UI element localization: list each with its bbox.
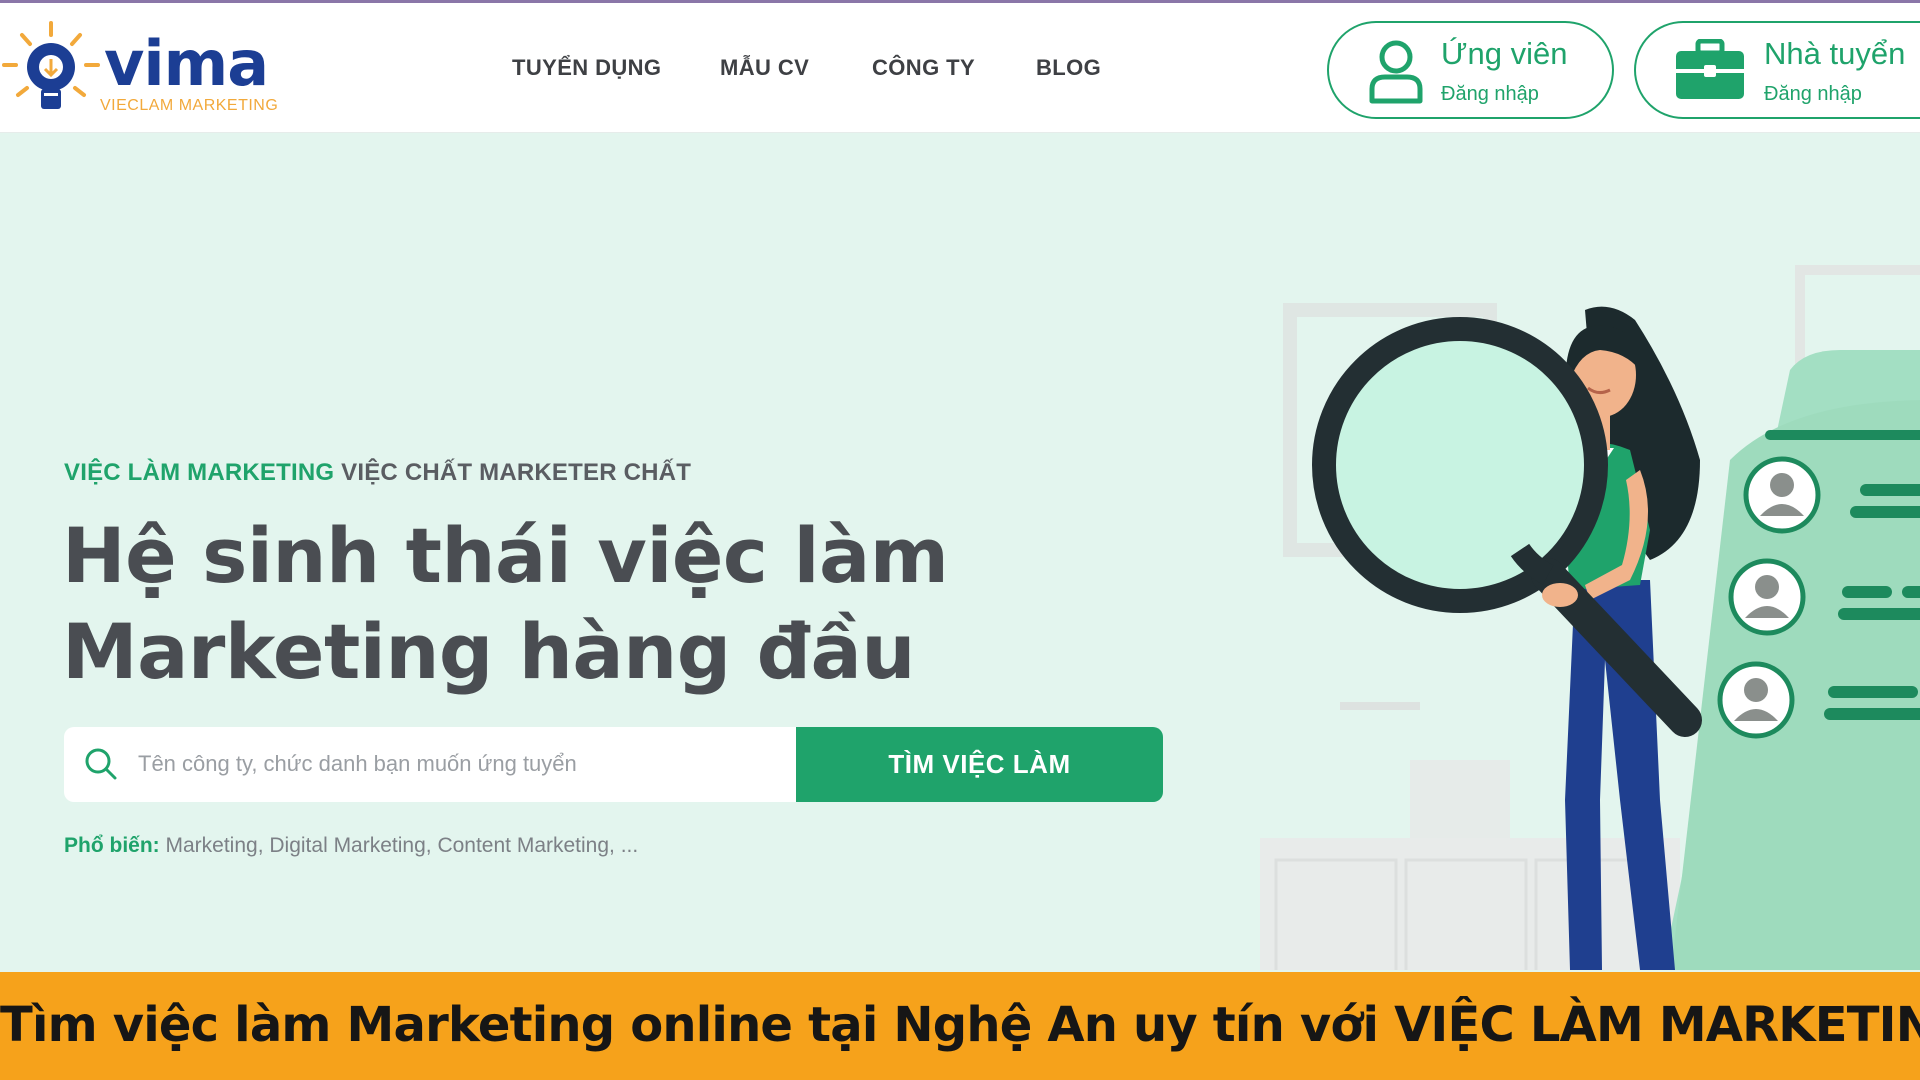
- logo[interactable]: vima VIECLAM MARKETING: [0, 17, 300, 127]
- avatar: [1728, 558, 1806, 636]
- hero-title-line-1: Hệ sinh thái việc làm: [62, 511, 949, 600]
- user-icon: [1369, 40, 1423, 104]
- hand: [1542, 583, 1578, 607]
- search-icon: [85, 748, 117, 780]
- popular-searches: Phổ biến: Marketing, Digital Marketing, …: [64, 834, 638, 858]
- bottom-banner: Tìm việc làm Marketing online tại Nghệ A…: [0, 972, 1920, 1080]
- hero-tagline: VIỆC LÀM MARKETING VIỆC CHẤT MARKETER CH…: [64, 459, 691, 487]
- candidate-login-button[interactable]: Ứng viên Đăng nhập: [1327, 21, 1614, 119]
- employer-subtitle: Đăng nhập: [1764, 83, 1862, 105]
- search-jobs-button[interactable]: TÌM VIỆC LÀM: [796, 727, 1163, 802]
- nav-mau-cv[interactable]: MẪU CV: [720, 55, 809, 81]
- banner-text: Tìm việc làm Marketing online tại Nghệ A…: [0, 997, 1920, 1053]
- employer-title: Nhà tuyển: [1764, 36, 1906, 71]
- search-input[interactable]: [138, 741, 778, 787]
- popular-label: Phổ biến:: [64, 834, 160, 857]
- popular-items[interactable]: Marketing, Digital Marketing, Content Ma…: [160, 834, 639, 857]
- nav-blog[interactable]: BLOG: [1036, 55, 1101, 81]
- logo-tagline: VIECLAM MARKETING: [100, 97, 279, 114]
- hero-illustration: [1260, 265, 1920, 970]
- hero-tag-accent: VIỆC LÀM MARKETING: [64, 459, 335, 486]
- search-bar: [64, 727, 798, 802]
- candidate-card: [1662, 350, 1920, 970]
- site-header: vima VIECLAM MARKETING TUYỂN DỤNG MẪU CV…: [0, 3, 1920, 133]
- logo-wordmark: vima: [104, 27, 269, 100]
- avatar: [1717, 661, 1795, 739]
- nav-cong-ty[interactable]: CÔNG TY: [872, 55, 975, 81]
- avatar: [1743, 456, 1821, 534]
- candidate-title: Ứng viên: [1441, 36, 1568, 71]
- lightbulb-logo-icon: [2, 21, 100, 109]
- hero-title: Hệ sinh thái việc làm Marketing hàng đầu: [62, 508, 962, 700]
- nav-tuyen-dung[interactable]: TUYỂN DỤNG: [512, 55, 661, 81]
- hero-title-line-2: Marketing hàng đầu: [62, 607, 915, 696]
- employer-login-button[interactable]: Nhà tuyển Đăng nhập: [1634, 21, 1920, 119]
- candidate-subtitle: Đăng nhập: [1441, 83, 1539, 105]
- briefcase-icon: [1676, 39, 1744, 99]
- hero-tag-rest: VIỆC CHẤT MARKETER CHẤT: [334, 459, 692, 486]
